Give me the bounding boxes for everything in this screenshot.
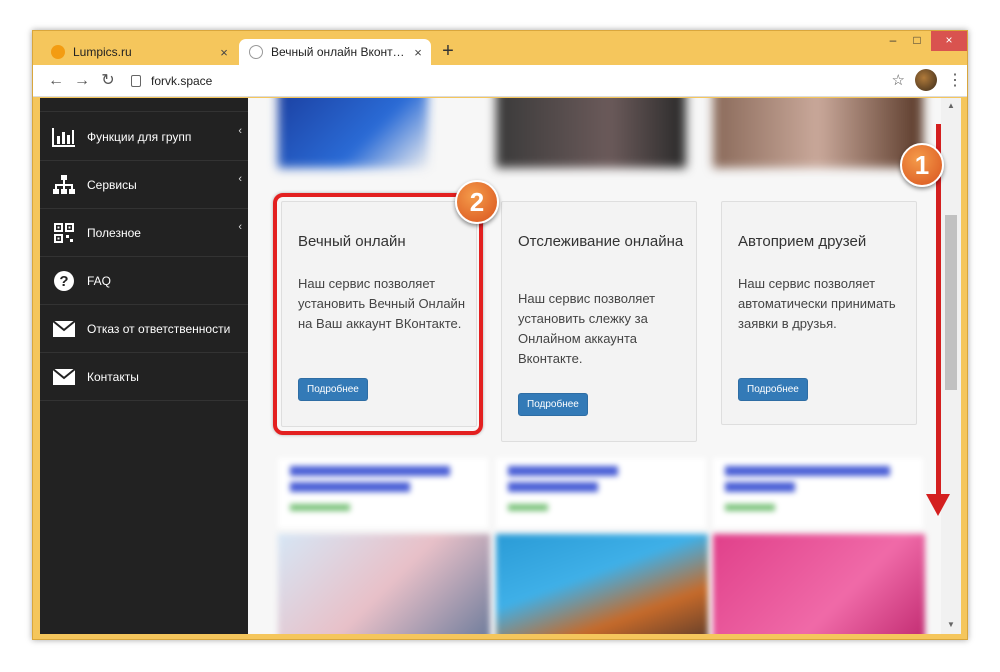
bookmark-star-icon[interactable]: ☆	[892, 71, 905, 89]
blurred-image	[278, 98, 428, 168]
scroll-down-arrow-icon[interactable]: ▼	[945, 619, 957, 631]
tab-close-icon[interactable]: ×	[409, 45, 427, 60]
question-circle-icon: ?	[47, 268, 81, 294]
tab-strip: Lumpics.ru × Вечный онлайн Вконтакте, Ав…	[33, 31, 967, 65]
service-card-auto-friends: Автоприем друзей Наш сервис позволяет ав…	[721, 201, 917, 425]
sidebar-item-label: Полезное	[87, 225, 141, 240]
sidebar-item-contacts[interactable]: Контакты	[40, 353, 248, 401]
arrow-head-icon	[926, 494, 950, 516]
maximize-button[interactable]: □	[905, 31, 929, 51]
sidebar-item-disclaimer[interactable]: Отказ от ответственности	[40, 305, 248, 353]
tab-forvk[interactable]: Вечный онлайн Вконтакте, Авто ×	[239, 39, 431, 65]
tab-title: Вечный онлайн Вконтакте, Авто	[271, 45, 409, 59]
minimize-button[interactable]: –	[881, 31, 905, 51]
lock-icon	[131, 75, 141, 87]
forward-button[interactable]: →	[69, 68, 95, 94]
address-bar[interactable]: forvk.space	[131, 69, 871, 93]
browser-toolbar: ← → ↻ forvk.space ☆ ⋮	[33, 65, 967, 97]
browser-window: Lumpics.ru × Вечный онлайн Вконтакте, Ав…	[32, 30, 968, 640]
tab-close-icon[interactable]: ×	[215, 45, 233, 60]
more-button[interactable]: Подробнее	[738, 378, 808, 401]
card-text: Наш сервис позволяет автоматически прини…	[738, 276, 896, 331]
chevron-left-icon: ‹	[238, 125, 242, 137]
sidebar-item-label: Сервисы	[87, 177, 137, 192]
profile-avatar[interactable]	[915, 69, 937, 91]
chevron-left-icon: ‹	[238, 221, 242, 233]
scrollbar-thumb[interactable]	[945, 215, 957, 390]
step-badge-1: 1	[900, 143, 944, 187]
card-title: Автоприем друзей	[738, 233, 867, 250]
highlight-frame	[273, 193, 483, 435]
loading-favicon-icon	[249, 45, 263, 59]
browser-menu-icon[interactable]: ⋮	[947, 70, 963, 90]
sidebar-item-label: FAQ	[87, 273, 112, 288]
sidebar-item-faq[interactable]: ? FAQ	[40, 257, 248, 305]
sidebar-item-group-functions[interactable]: Функции для групп ‹	[40, 113, 248, 161]
blurred-image	[713, 98, 923, 168]
sidebar-item-useful[interactable]: Полезное ‹	[40, 209, 248, 257]
blurred-ad-image[interactable]	[278, 534, 490, 634]
sidebar-item-partial	[40, 98, 248, 112]
sidebar-item-services[interactable]: Сервисы ‹	[40, 161, 248, 209]
blurred-ad-image[interactable]	[713, 534, 925, 634]
sidebar-item-label: Функции для групп	[87, 129, 192, 144]
page-viewport: Функции для групп ‹ Сервисы ‹ Полезное ‹	[40, 98, 961, 634]
sidebar: Функции для групп ‹ Сервисы ‹ Полезное ‹	[40, 98, 248, 634]
tab-lumpics[interactable]: Lumpics.ru ×	[41, 39, 237, 65]
lumpics-favicon-icon	[51, 45, 65, 59]
page-scrollbar[interactable]: ▲ ▼	[941, 98, 961, 634]
more-button[interactable]: Подробнее	[518, 393, 588, 416]
card-title: Отслеживание онлайна	[518, 233, 684, 250]
sidebar-item-label: Отказ от ответственности	[87, 321, 231, 336]
blurred-image	[496, 98, 686, 168]
svg-text:?: ?	[59, 273, 68, 290]
sidebar-item-label: Контакты	[87, 369, 139, 384]
blurred-ad-text[interactable]	[496, 458, 706, 528]
tab-title: Lumpics.ru	[73, 45, 132, 59]
step-badge-2: 2	[455, 180, 499, 224]
blurred-ad-text[interactable]	[713, 458, 923, 528]
url-text: forvk.space	[151, 74, 213, 88]
new-tab-button[interactable]: +	[437, 41, 459, 63]
card-text: Наш сервис позволяет установить слежку з…	[518, 291, 656, 366]
envelope-icon	[47, 364, 81, 390]
blurred-ad-text[interactable]	[278, 458, 488, 528]
chevron-left-icon: ‹	[238, 173, 242, 185]
blurred-ad-image[interactable]	[496, 534, 708, 634]
qr-code-icon	[47, 220, 81, 246]
envelope-icon	[47, 316, 81, 342]
sitemap-icon	[47, 172, 81, 198]
back-button[interactable]: ←	[43, 68, 69, 94]
scroll-up-arrow-icon[interactable]: ▲	[945, 100, 957, 112]
bar-chart-icon	[47, 124, 81, 150]
close-window-button[interactable]: ×	[931, 31, 967, 51]
reload-button[interactable]: ↻	[95, 68, 121, 94]
service-card-tracking: Отслеживание онлайна Наш сервис позволяе…	[501, 201, 697, 442]
